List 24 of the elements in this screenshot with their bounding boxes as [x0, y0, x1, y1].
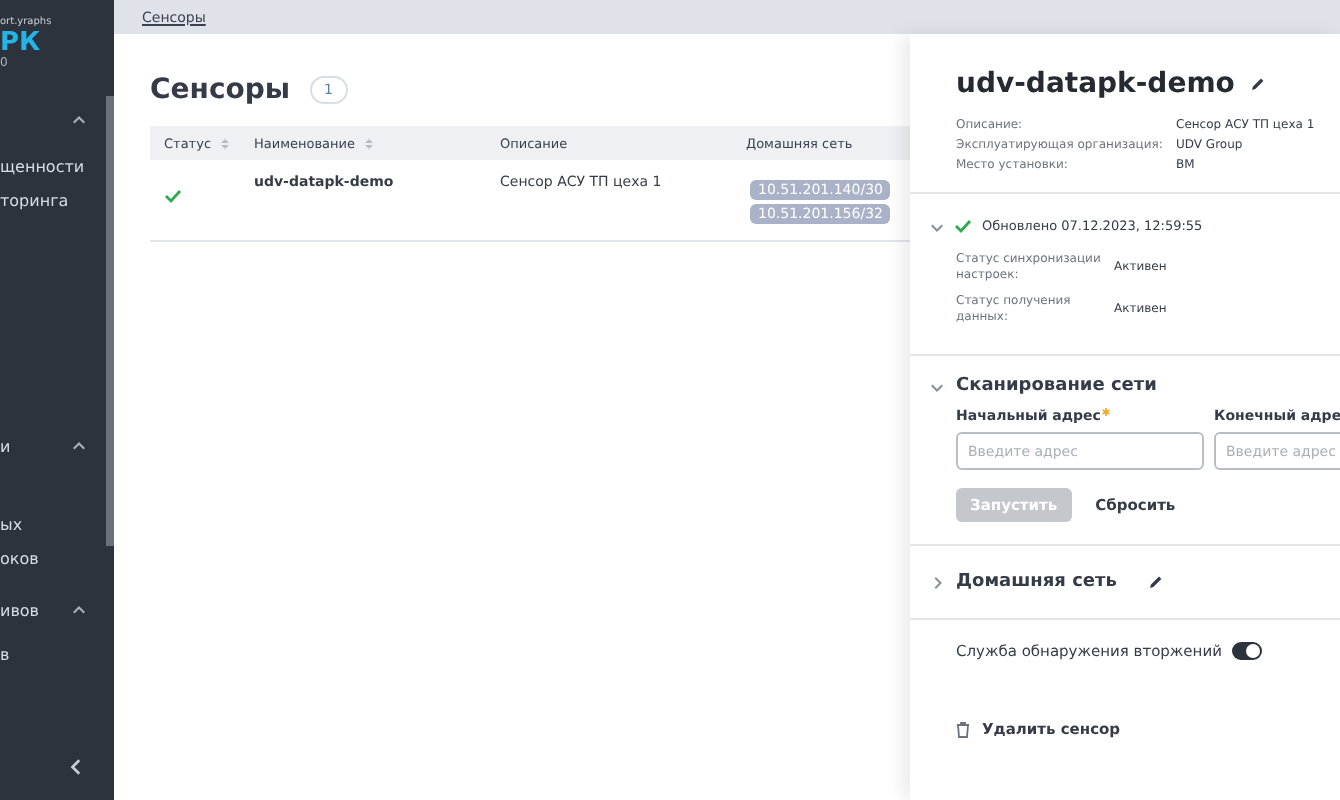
sidebar-item[interactable]: торинга	[0, 184, 114, 218]
chevron-icon[interactable]	[930, 219, 944, 233]
section-title: Сканирование сети	[956, 376, 1157, 396]
panel-title: udv-datapk-demo	[956, 68, 1235, 100]
chevron-icon[interactable]	[930, 379, 944, 393]
scrollbar[interactable]	[106, 96, 114, 546]
chevron-icon[interactable]	[72, 114, 86, 128]
sidebar-item[interactable]: щенности	[0, 150, 114, 184]
sidebar-item[interactable]: ых	[0, 508, 114, 542]
sidebar-item[interactable]: в	[0, 638, 114, 672]
chevron-icon[interactable]	[72, 604, 86, 618]
collapse-icon[interactable]	[68, 757, 86, 775]
sidebar-item[interactable]: оков	[0, 542, 114, 576]
pencil-icon[interactable]	[1148, 574, 1164, 590]
chevron-icon[interactable]	[930, 575, 944, 589]
sidebar-group[interactable]: и	[0, 430, 114, 464]
pencil-icon[interactable]	[1250, 76, 1267, 92]
toggle-switch[interactable]	[1231, 642, 1262, 660]
chevron-icon[interactable]	[72, 440, 86, 454]
logo: РК	[0, 30, 41, 56]
sidebar-group[interactable]: ивов	[0, 594, 114, 628]
section-title: Домашняя сеть	[956, 572, 1119, 592]
trash-icon	[956, 721, 970, 737]
page-title: Сенсоры	[150, 74, 291, 106]
